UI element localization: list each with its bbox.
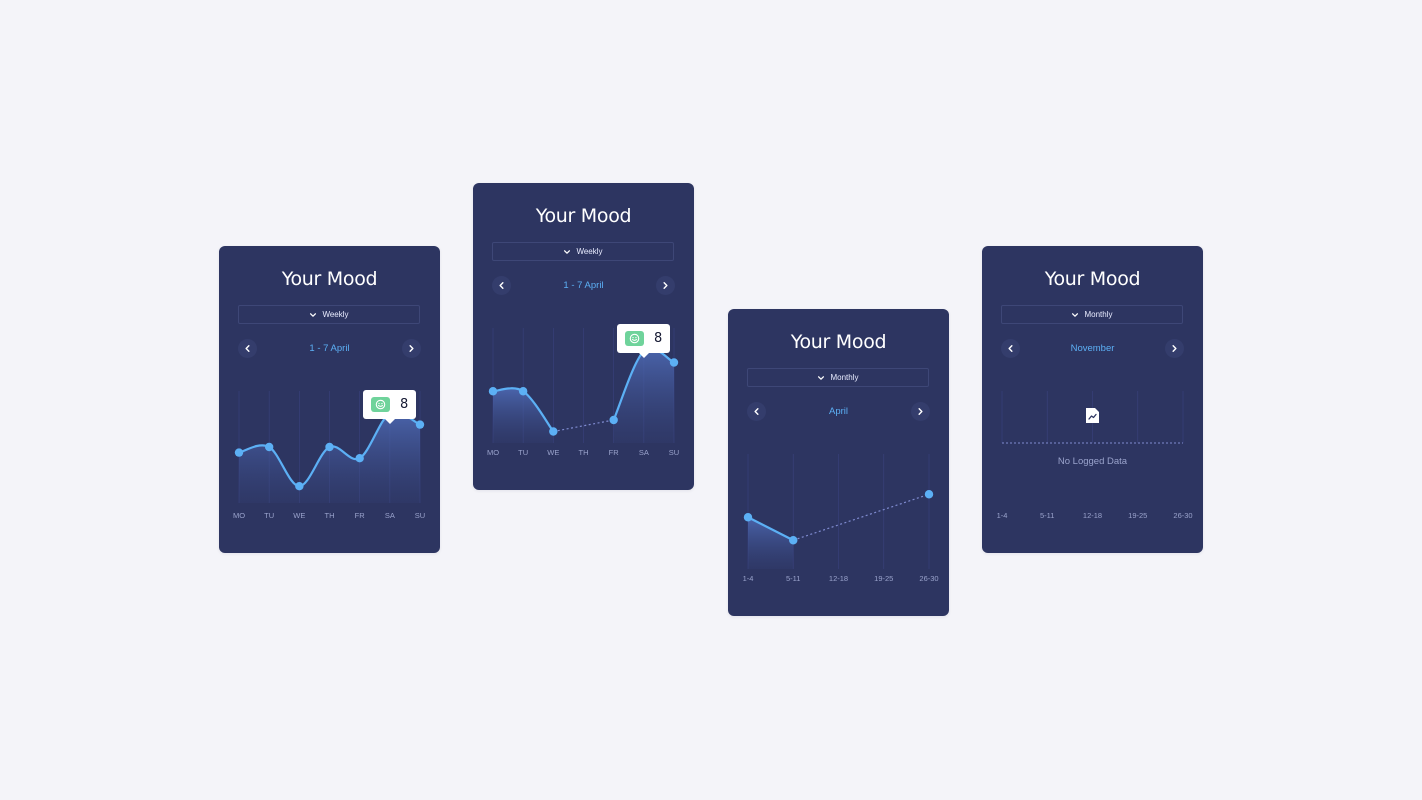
x-axis-label: WE [547,448,559,457]
mood-point[interactable] [518,387,528,396]
x-axis-label: 19-25 [874,574,893,583]
chart-document-icon [1086,408,1099,423]
mood-point[interactable] [415,420,425,429]
gap-connector [793,493,930,541]
x-axis-label: SA [639,448,649,457]
mood-card-monthly-empty: Your Mood Monthly November 1-4 5-11 12-18 1… [982,246,1203,553]
mood-point[interactable] [355,454,364,463]
x-axis-label: TU [264,511,274,520]
mood-score: 8 [400,397,409,412]
mood-area [748,517,794,569]
mood-point[interactable] [264,442,274,452]
x-axis-label: 1-4 [997,511,1008,520]
x-axis-label: FR [355,511,366,520]
x-axis-label: WE [293,511,305,520]
x-axis-label: TH [579,448,589,457]
x-axis-label: SU [415,511,425,520]
mood-point[interactable] [743,513,753,522]
mood-point[interactable] [295,482,304,491]
mood-point[interactable] [325,442,334,452]
mood-point[interactable] [234,448,244,457]
mood-chart: 1-4 5-11 12-18 19-25 26-30 [997,391,1193,520]
x-axis-label: SU [669,448,679,457]
x-axis-label: TH [325,511,335,520]
mood-chart: 1-4 5-11 12-18 19-25 26-30 [743,454,939,583]
mood-score: 8 [654,331,663,346]
mood-tooltip: 8 [363,390,416,424]
smiley-icon [371,397,390,412]
x-axis-label: SA [385,511,395,520]
smiley-icon [625,331,644,346]
empty-state-text: No Logged Data [1057,456,1128,467]
x-axis-label: MO [233,511,245,520]
x-axis-label: 12-18 [1083,511,1102,520]
mood-point[interactable] [789,536,798,545]
x-axis-label: 12-18 [829,574,848,583]
mood-point[interactable] [549,427,558,436]
mood-point[interactable] [669,358,679,367]
x-axis-label: 19-25 [1128,511,1147,520]
x-axis-label: 26-30 [919,574,938,583]
x-axis-label: 26-30 [1173,511,1192,520]
x-axis-label: 1-4 [743,574,754,583]
mood-point[interactable] [609,415,618,425]
mood-point[interactable] [488,387,498,396]
x-axis-label: MO [487,448,499,457]
x-axis-label: 5-11 [786,574,800,583]
x-axis-label: FR [609,448,620,457]
mood-tooltip: 8 [617,324,670,358]
mood-card-weekly-gap: Your Mood Weekly 1 - 7 April MO TU WE TH FR S… [473,183,694,490]
mood-point[interactable] [924,490,934,499]
mood-card-monthly-april: Your Mood Monthly April 1-4 5-11 12-18 19-2… [728,309,949,616]
x-axis-label: TU [518,448,528,457]
x-axis-label: 5-11 [1040,511,1054,520]
mood-area [493,388,554,443]
mood-card-weekly: Your Mood Weekly 1 - 7 April MO TU WE TH FR S… [219,246,440,553]
